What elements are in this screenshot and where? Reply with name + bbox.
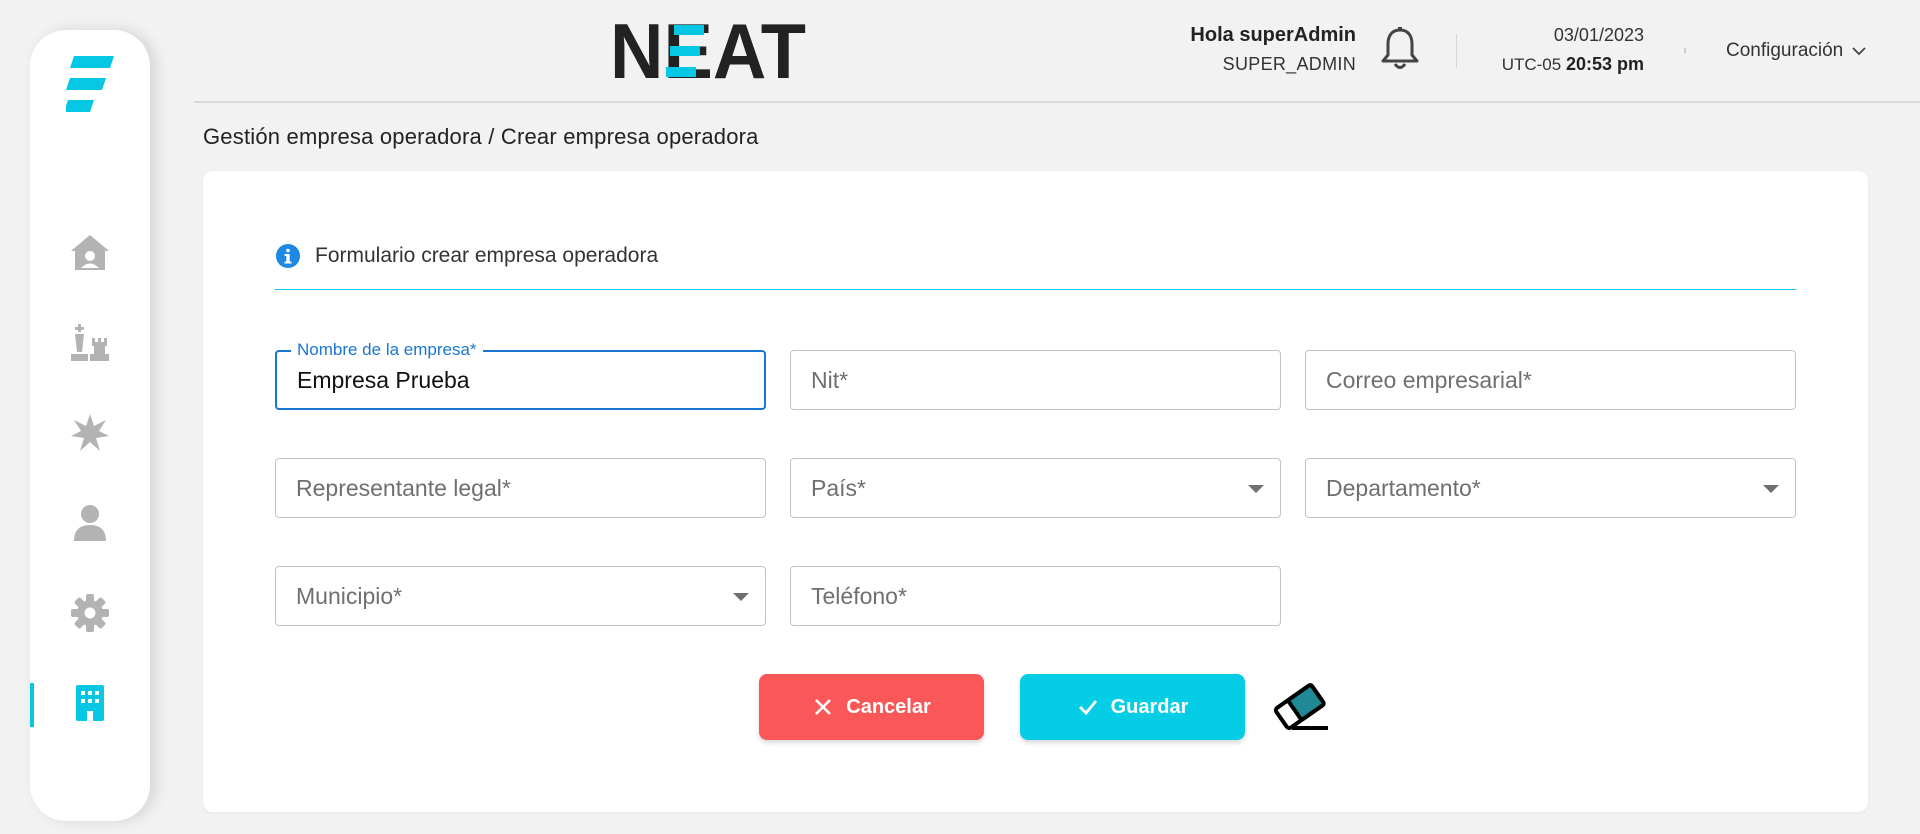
sidebar	[30, 30, 150, 821]
building-icon	[76, 685, 104, 721]
current-date: 03/01/2023	[1553, 25, 1644, 45]
chess-icon	[71, 324, 109, 361]
greeting-text: Hola superAdmin	[1190, 24, 1356, 46]
save-button[interactable]: Guardar	[1020, 674, 1245, 740]
gear-icon	[71, 594, 109, 632]
title-divider	[275, 289, 1796, 290]
chevron-down-icon	[1852, 47, 1866, 56]
sidebar-item-companies[interactable]	[30, 673, 150, 733]
svg-text:NEAT: NEAT	[610, 18, 806, 84]
sidebar-item-settings[interactable]	[30, 583, 150, 643]
municipality-select[interactable]: Municipio*	[275, 566, 766, 626]
notification-bell-icon[interactable]	[1379, 26, 1421, 72]
datetime: 03/01/2023 UTC-05 20:53 pm	[1502, 25, 1644, 75]
time-line: UTC-05 20:53 pm	[1502, 54, 1644, 75]
user-icon	[74, 505, 106, 541]
legal-representative-field[interactable]	[275, 458, 766, 518]
neat-logo: NEAT	[610, 18, 806, 84]
top-bar: NEAT Hola superAdmin SUPER_ADMIN 03/01/2…	[194, 0, 1920, 103]
sidebar-item-strategy[interactable]	[30, 313, 150, 373]
sidebar-item-users[interactable]	[30, 493, 150, 553]
close-icon	[815, 699, 832, 715]
timezone: UTC-05	[1501, 55, 1562, 74]
user-role: SUPER_ADMIN	[1222, 54, 1356, 74]
department-placeholder: Departamento*	[1326, 475, 1481, 501]
form-header: Formulario crear empresa operadora	[275, 243, 658, 269]
form-title: Formulario crear empresa operadora	[315, 244, 659, 267]
municipality-placeholder: Municipio*	[296, 583, 403, 609]
info-icon	[276, 244, 300, 268]
country-select[interactable]: País*	[790, 458, 1281, 518]
legal-representative-input[interactable]	[276, 459, 765, 517]
user-greeting: Hola superAdmin SUPER_ADMIN	[1190, 24, 1356, 75]
company-name-label: Nombre de la empresa*	[291, 340, 483, 360]
company-email-input[interactable]	[1306, 351, 1795, 409]
cancel-label: Cancelar	[846, 695, 931, 718]
home-icon	[71, 235, 109, 270]
phone-field[interactable]	[790, 566, 1281, 626]
phone-input[interactable]	[791, 567, 1280, 625]
configuration-menu[interactable]: Configuración	[1726, 40, 1867, 62]
nit-input[interactable]	[791, 351, 1280, 409]
configuration-label: Configuración	[1726, 40, 1844, 61]
dropdown-arrow-icon	[1763, 485, 1779, 493]
sidebar-item-incidents[interactable]	[30, 403, 150, 463]
header-divider	[1456, 34, 1457, 68]
check-icon	[1078, 700, 1097, 716]
breadcrumb: Gestión empresa operadora / Crear empres…	[203, 124, 759, 149]
cancel-button[interactable]: Cancelar	[759, 674, 984, 740]
save-label: Guardar	[1110, 695, 1189, 718]
form-card: Formulario crear empresa operadora Nombr…	[203, 171, 1868, 812]
dropdown-arrow-icon	[733, 593, 749, 601]
company-name-input[interactable]	[277, 352, 764, 408]
app-logo-icon[interactable]	[66, 54, 116, 124]
burst-icon	[71, 414, 109, 451]
dropdown-arrow-icon	[1248, 485, 1264, 493]
country-placeholder: País*	[811, 475, 866, 501]
department-select[interactable]: Departamento*	[1305, 458, 1796, 518]
company-name-field[interactable]: Nombre de la empresa*	[275, 340, 766, 410]
sidebar-item-home[interactable]	[30, 223, 150, 283]
eraser-icon[interactable]	[1268, 677, 1334, 737]
header-separator	[1684, 48, 1686, 53]
current-time: 20:53 pm	[1565, 54, 1644, 74]
company-email-field[interactable]	[1305, 350, 1796, 410]
nit-field[interactable]	[790, 350, 1281, 410]
